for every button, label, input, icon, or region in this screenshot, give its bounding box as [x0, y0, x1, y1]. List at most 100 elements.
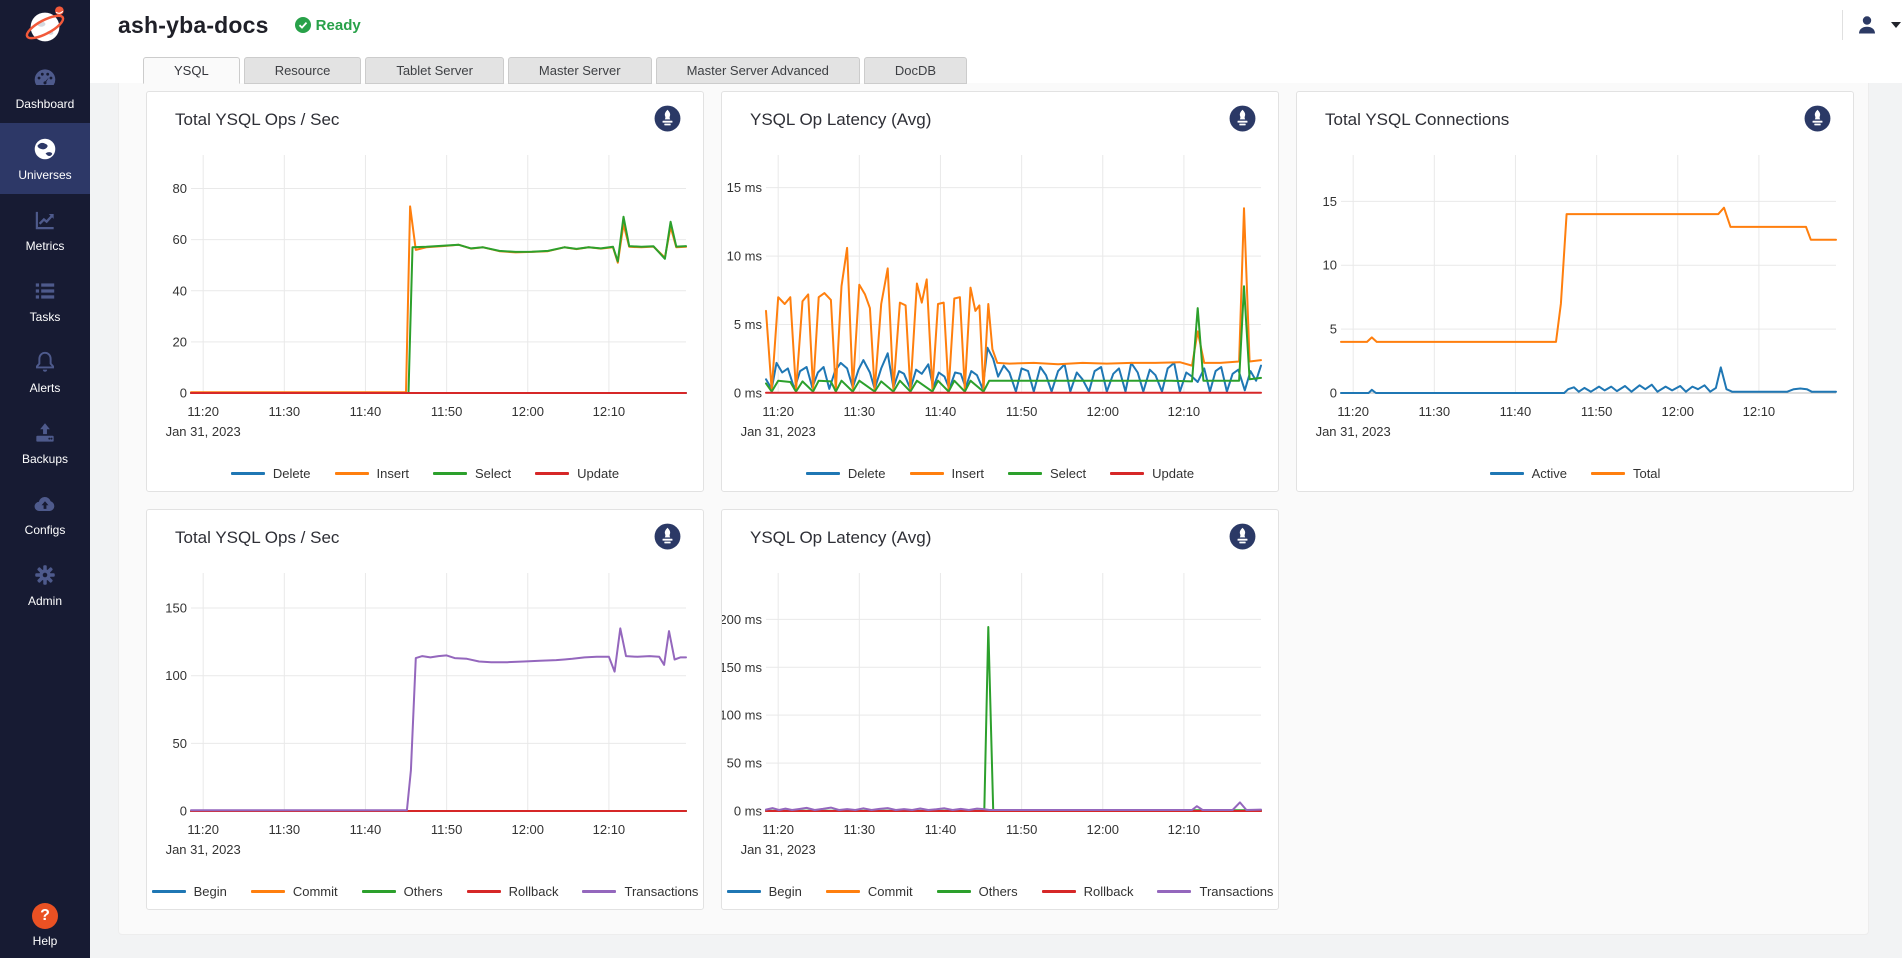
- legend-label: Delete: [848, 466, 886, 481]
- legend-label: Active: [1532, 466, 1567, 481]
- chart-title: Total YSQL Connections: [1325, 110, 1509, 130]
- svg-text:80: 80: [173, 181, 187, 196]
- svg-text:Jan 31, 2023: Jan 31, 2023: [166, 424, 241, 439]
- dashboard-gauge-icon: [32, 65, 58, 91]
- tab-master-server-advanced[interactable]: Master Server Advanced: [656, 57, 860, 84]
- svg-text:12:10: 12:10: [1168, 404, 1201, 419]
- question-mark-icon: ?: [32, 903, 58, 929]
- svg-text:0 ms: 0 ms: [734, 804, 763, 819]
- sidebar-item-configs[interactable]: Configs: [0, 478, 90, 549]
- prometheus-icon[interactable]: [654, 105, 681, 132]
- svg-text:11:20: 11:20: [1337, 404, 1369, 419]
- line-chart: 0 ms5 ms10 ms15 ms11:20Jan 31, 202311:30…: [722, 148, 1280, 448]
- svg-text:0: 0: [180, 804, 187, 819]
- chart-trend-icon: [32, 207, 58, 233]
- legend-item: Select: [433, 466, 511, 481]
- chart-legend: Active Total: [1297, 466, 1853, 481]
- sidebar-item-label: Configs: [25, 523, 66, 537]
- yugabyte-logo[interactable]: [0, 0, 90, 52]
- sidebar-item-dashboard[interactable]: Dashboard: [0, 52, 90, 123]
- user-profile-icon[interactable]: [1855, 13, 1879, 37]
- svg-text:12:00: 12:00: [511, 822, 544, 837]
- svg-text:12:10: 12:10: [1743, 404, 1776, 419]
- globe-icon: [32, 136, 58, 162]
- legend-swatch: [1110, 472, 1144, 475]
- svg-text:12:00: 12:00: [511, 404, 544, 419]
- legend-item: Select: [1008, 466, 1086, 481]
- svg-text:12:00: 12:00: [1086, 404, 1119, 419]
- prometheus-icon[interactable]: [1229, 105, 1256, 132]
- legend-item: Begin: [727, 884, 802, 899]
- legend-label: Begin: [194, 884, 227, 899]
- chart-card-total-ysql-connections: Total YSQL Connections 05101511:20Jan 31…: [1296, 91, 1854, 492]
- legend-label: Transactions: [624, 884, 698, 899]
- svg-text:11:20: 11:20: [187, 822, 219, 837]
- legend-swatch: [910, 472, 944, 475]
- sidebar-item-label: Dashboard: [16, 97, 75, 111]
- svg-text:11:40: 11:40: [925, 822, 957, 837]
- line-chart: 05010015011:20Jan 31, 202311:3011:4011:5…: [147, 566, 705, 866]
- tab-resource[interactable]: Resource: [244, 57, 362, 84]
- sidebar-item-tasks[interactable]: Tasks: [0, 265, 90, 336]
- legend-swatch: [433, 472, 467, 475]
- prometheus-icon[interactable]: [1804, 105, 1831, 132]
- tab-docdb[interactable]: DocDB: [864, 57, 967, 84]
- legend-item: Update: [1110, 466, 1194, 481]
- legend-swatch: [1042, 890, 1076, 893]
- chevron-down-icon[interactable]: [1891, 22, 1901, 28]
- legend-swatch: [467, 890, 501, 893]
- svg-text:0 ms: 0 ms: [734, 386, 763, 401]
- tabs-strip: YSQL Resource Tablet Server Master Serve…: [90, 50, 1902, 83]
- metric-tabs: YSQL Resource Tablet Server Master Serve…: [143, 57, 967, 84]
- sidebar-item-metrics[interactable]: Metrics: [0, 194, 90, 265]
- chart-title: YSQL Op Latency (Avg): [750, 528, 931, 548]
- svg-text:60: 60: [173, 232, 187, 247]
- header: ash-yba-docs Ready: [90, 0, 1902, 50]
- sidebar-item-label: Metrics: [26, 239, 65, 253]
- svg-text:20: 20: [173, 334, 187, 349]
- legend-swatch: [727, 890, 761, 893]
- svg-text:12:10: 12:10: [593, 404, 626, 419]
- svg-text:12:10: 12:10: [593, 822, 626, 837]
- legend-label: Commit: [868, 884, 913, 899]
- chart-legend: DeleteInsertSelectUpdate: [147, 466, 703, 481]
- status-badge: Ready: [295, 17, 361, 34]
- svg-text:150 ms: 150 ms: [722, 660, 762, 675]
- chart-title: Total YSQL Ops / Sec: [175, 528, 339, 548]
- prometheus-icon[interactable]: [1229, 523, 1256, 550]
- check-circle-icon: [295, 17, 311, 33]
- sidebar-item-backups[interactable]: Backups: [0, 407, 90, 478]
- svg-text:15 ms: 15 ms: [727, 180, 763, 195]
- legend-label: Rollback: [509, 884, 559, 899]
- prometheus-icon[interactable]: [654, 523, 681, 550]
- legend-label: Insert: [952, 466, 985, 481]
- chart-legend: BeginCommitOthersRollbackTransactions: [147, 884, 703, 899]
- sidebar-item-label: Admin: [28, 594, 62, 608]
- tab-ysql[interactable]: YSQL: [143, 57, 240, 84]
- svg-text:12:00: 12:00: [1086, 822, 1119, 837]
- legend-swatch: [251, 890, 285, 893]
- svg-text:11:30: 11:30: [269, 822, 301, 837]
- svg-text:50: 50: [173, 736, 187, 751]
- bell-icon: [32, 349, 58, 375]
- legend-item: Active: [1490, 466, 1567, 481]
- legend-item: Delete: [806, 466, 886, 481]
- legend-swatch: [362, 890, 396, 893]
- line-chart: 0 ms50 ms100 ms150 ms200 ms11:20Jan 31, …: [722, 566, 1280, 866]
- tab-master-server[interactable]: Master Server: [508, 57, 652, 84]
- metrics-panel: Total YSQL Ops / Sec 02040608011:20Jan 3…: [118, 83, 1869, 935]
- svg-text:11:30: 11:30: [1419, 404, 1451, 419]
- svg-text:Jan 31, 2023: Jan 31, 2023: [741, 842, 816, 857]
- sidebar-item-help[interactable]: ? Help: [0, 903, 90, 948]
- legend-item: Total: [1591, 466, 1660, 481]
- svg-text:11:30: 11:30: [844, 822, 876, 837]
- legend-item: Commit: [251, 884, 338, 899]
- line-chart: 02040608011:20Jan 31, 202311:3011:4011:5…: [147, 148, 705, 448]
- svg-text:11:40: 11:40: [350, 404, 382, 419]
- sidebar-item-alerts[interactable]: Alerts: [0, 336, 90, 407]
- legend-item: Transactions: [582, 884, 698, 899]
- sidebar-item-universes[interactable]: Universes: [0, 123, 90, 194]
- legend-label: Rollback: [1084, 884, 1134, 899]
- sidebar-item-admin[interactable]: Admin: [0, 549, 90, 620]
- tab-tablet-server[interactable]: Tablet Server: [365, 57, 504, 84]
